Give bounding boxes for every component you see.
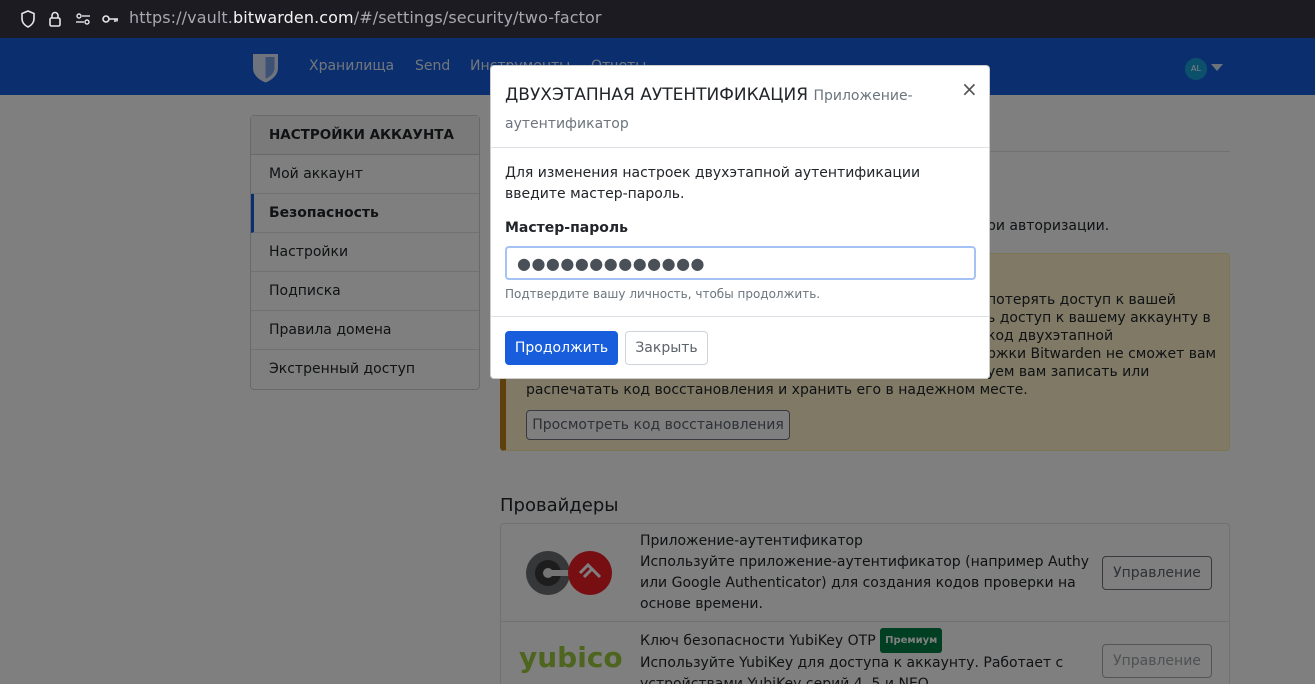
close-icon[interactable]: × (961, 79, 978, 99)
master-password-label: Мастер-пароль (505, 220, 628, 236)
url-text[interactable]: https://vault.bitwarden.com/#/settings/s… (129, 8, 602, 27)
close-button[interactable]: Закрыть (625, 331, 708, 365)
url-domain: bitwarden.com (232, 8, 354, 27)
modal-title-block: ДВУХЭТАПНАЯ АУТЕНТИФИКАЦИЯ Приложение-ау… (505, 82, 945, 138)
two-factor-modal: ДВУХЭТАПНАЯ АУТЕНТИФИКАЦИЯ Приложение-ау… (490, 65, 990, 379)
master-password-input[interactable]: ●●●●●●●●●●●●● (505, 246, 976, 280)
lock-icon[interactable] (45, 9, 65, 29)
modal-description: Для изменения настроек двухэтапной аутен… (505, 165, 921, 202)
modal-header: ДВУХЭТАПНАЯ АУТЕНТИФИКАЦИЯ Приложение-ау… (491, 66, 989, 148)
modal-title: ДВУХЭТАПНАЯ АУТЕНТИФИКАЦИЯ (505, 85, 809, 105)
key-icon[interactable] (100, 9, 120, 29)
shield-icon[interactable] (18, 9, 38, 29)
continue-button[interactable]: Продолжить (505, 331, 618, 365)
url-path: /#/settings/security/two-factor (353, 8, 602, 27)
permissions-icon[interactable] (73, 9, 93, 29)
url-prefix: https://vault. (129, 8, 233, 27)
browser-url-bar: https://vault.bitwarden.com/#/settings/s… (0, 0, 1315, 38)
password-hint: Подтвердите вашу личность, чтобы продолж… (505, 287, 821, 301)
